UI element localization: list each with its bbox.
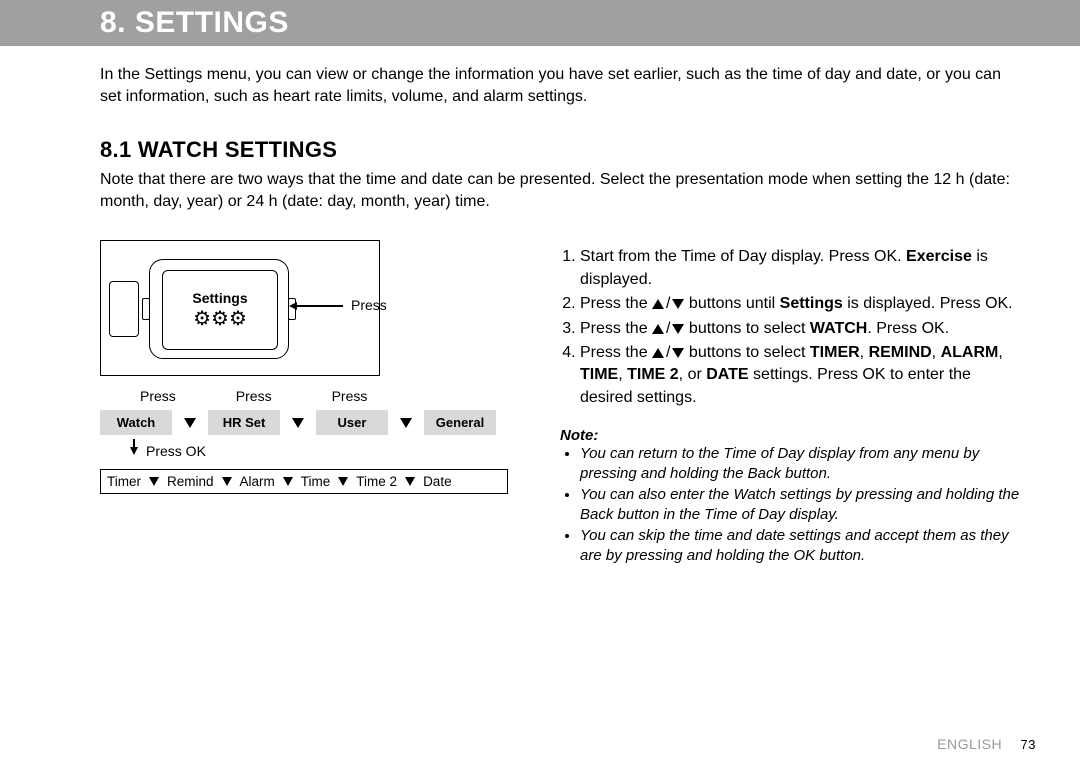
top-menu-row: Watch HR Set User General [100,410,520,435]
step-list: Start from the Time of Day display. Pres… [560,246,1020,409]
arrow-down-icon [130,447,138,455]
press-ok-label: Press OK [146,443,206,459]
figure-column: Settings ⚙⚙⚙ Press Press Press Press Wat… [100,240,520,567]
instructions-column: Start from the Time of Day display. Pres… [560,240,1020,567]
page-footer: ENGLISH 73 [937,736,1036,752]
triangle-down-icon [405,477,415,486]
note-item: You can also enter the Watch settings by… [580,485,1020,524]
gear-icon: ⚙⚙⚙ [193,306,247,331]
menu-user: User [316,410,388,435]
chapter-header: 8. SETTINGS [0,0,1080,46]
triangle-down-icon [222,477,232,486]
triangle-down-icon [672,348,684,358]
page-number: 73 [1021,737,1036,752]
triangle-down-icon [283,477,293,486]
triangle-up-icon [652,299,664,309]
step-4: Press the / buttons to select TIMER, REM… [580,342,1020,409]
note-item: You can return to the Time of Day displa… [580,444,1020,483]
watch-illustration: Settings ⚙⚙⚙ Press [100,240,380,376]
triangle-down-icon [184,418,196,428]
step-2: Press the / buttons until Settings is di… [580,293,1020,315]
menu-hrset: HR Set [208,410,280,435]
arrow-left-icon [297,305,343,307]
triangle-down-icon [338,477,348,486]
note-item: You can skip the time and date settings … [580,526,1020,565]
triangle-down-icon [292,418,304,428]
sub-menu-row: Timer Remind Alarm Time Time 2 Date [100,469,508,494]
triangle-down-icon [672,324,684,334]
step-1: Start from the Time of Day display. Pres… [580,246,1020,291]
triangle-up-icon [652,324,664,334]
triangle-up-icon [652,348,664,358]
step-3: Press the / buttons to select WATCH. Pre… [580,318,1020,340]
watch-screen-text: Settings [192,290,247,306]
triangle-down-icon [400,418,412,428]
menu-watch: Watch [100,410,172,435]
footer-language: ENGLISH [937,736,1002,752]
menu-general: General [424,410,496,435]
triangle-down-icon [149,477,159,486]
section-heading: 8.1 WATCH SETTINGS [100,137,1020,163]
section-paragraph: Note that there are two ways that the ti… [100,169,1020,212]
press-ok-row: Press OK [100,443,520,459]
press-label: Press [351,297,387,313]
press-labels-row: Press Press Press [100,388,520,404]
intro-paragraph: In the Settings menu, you can view or ch… [100,64,1020,107]
note-list: You can return to the Time of Day displa… [560,444,1020,565]
note-heading: Note: [560,427,1020,444]
triangle-down-icon [672,299,684,309]
chapter-title: 8. SETTINGS [100,6,289,40]
